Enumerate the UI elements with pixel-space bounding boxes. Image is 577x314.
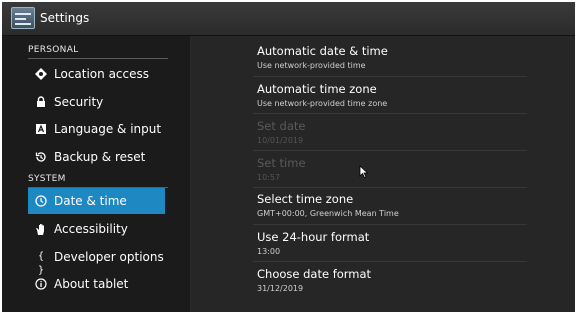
sidebar-item-location-access[interactable]: Location access bbox=[28, 61, 165, 87]
section-header-system: SYSTEM bbox=[28, 174, 168, 188]
braces-icon: { } bbox=[37, 251, 45, 276]
section-header-personal: PERSONAL bbox=[28, 45, 168, 59]
pref-title: Automatic time zone bbox=[257, 82, 377, 96]
sidebar-item-date-time[interactable]: Date & time bbox=[28, 188, 165, 214]
sidebar-item-label: Developer options bbox=[54, 250, 164, 264]
pref-automatic-date-time[interactable]: Automatic date & time Use network-provid… bbox=[253, 40, 527, 77]
location-icon bbox=[34, 67, 48, 81]
pref-summary: Use network-provided time zone bbox=[257, 99, 388, 108]
pref-title: Automatic date & time bbox=[257, 44, 388, 58]
pref-summary: 31/12/2019 bbox=[257, 284, 304, 293]
pref-automatic-time-zone[interactable]: Automatic time zone Use network-provided… bbox=[253, 77, 527, 114]
sidebar-item-about-tablet[interactable]: About tablet bbox=[28, 271, 165, 297]
info-icon bbox=[34, 277, 48, 291]
settings-sliders-icon[interactable] bbox=[11, 7, 35, 29]
sidebar-item-backup-reset[interactable]: Backup & reset bbox=[28, 144, 165, 170]
sidebar-item-label: Language & input bbox=[54, 122, 162, 136]
sidebar-item-developer-options[interactable]: { } Developer options bbox=[28, 244, 165, 276]
tablet-screen: Settings PERSONAL Location access Securi… bbox=[2, 2, 575, 312]
pref-summary: 13:00 bbox=[257, 247, 281, 256]
mouse-pointer-icon bbox=[359, 165, 369, 179]
sidebar-item-label: Security bbox=[54, 95, 104, 109]
pref-title: Select time zone bbox=[257, 192, 354, 206]
pref-choose-date-format[interactable]: Choose date format 31/12/2019 bbox=[253, 262, 527, 299]
sidebar-item-label: About tablet bbox=[54, 277, 129, 291]
sidebar-item-label: Backup & reset bbox=[54, 150, 146, 164]
sidebar-item-accessibility[interactable]: Accessibility bbox=[28, 216, 165, 242]
keyboard-letter-icon bbox=[34, 122, 48, 136]
pref-title: Choose date format bbox=[257, 267, 372, 281]
sidebar-item-security[interactable]: Security bbox=[28, 89, 165, 115]
pref-summary: 10:57 bbox=[257, 173, 281, 182]
pref-title: Set date bbox=[257, 119, 306, 133]
pref-set-time: Set time 10:57 bbox=[253, 151, 527, 188]
pref-use-24-hour-format[interactable]: Use 24-hour format 13:00 bbox=[253, 225, 527, 262]
action-bar: Settings bbox=[2, 2, 575, 36]
pref-summary: 10/01/2019 bbox=[257, 136, 304, 145]
app-title: Settings bbox=[40, 11, 90, 25]
sidebar-item-language-input[interactable]: Language & input bbox=[28, 116, 165, 142]
sidebar-item-label: Location access bbox=[54, 67, 150, 81]
hand-icon bbox=[34, 222, 48, 236]
pref-title: Use 24-hour format bbox=[257, 230, 370, 244]
pref-title: Set time bbox=[257, 156, 306, 170]
date-time-settings-panel: Automatic date & time Use network-provid… bbox=[191, 36, 575, 312]
sidebar-item-label: Accessibility bbox=[54, 222, 128, 236]
pref-select-time-zone[interactable]: Select time zone GMT+00:00, Greenwich Me… bbox=[253, 188, 527, 225]
clock-icon bbox=[34, 194, 48, 208]
sidebar-item-label: Date & time bbox=[54, 194, 127, 208]
lock-icon bbox=[34, 95, 48, 109]
pref-summary: GMT+00:00, Greenwich Mean Time bbox=[257, 209, 399, 218]
pref-summary: Use network-provided time bbox=[257, 61, 366, 70]
pref-set-date: Set date 10/01/2019 bbox=[253, 114, 527, 151]
settings-sidebar: PERSONAL Location access Security Langua… bbox=[2, 36, 191, 312]
restore-icon bbox=[34, 150, 48, 164]
